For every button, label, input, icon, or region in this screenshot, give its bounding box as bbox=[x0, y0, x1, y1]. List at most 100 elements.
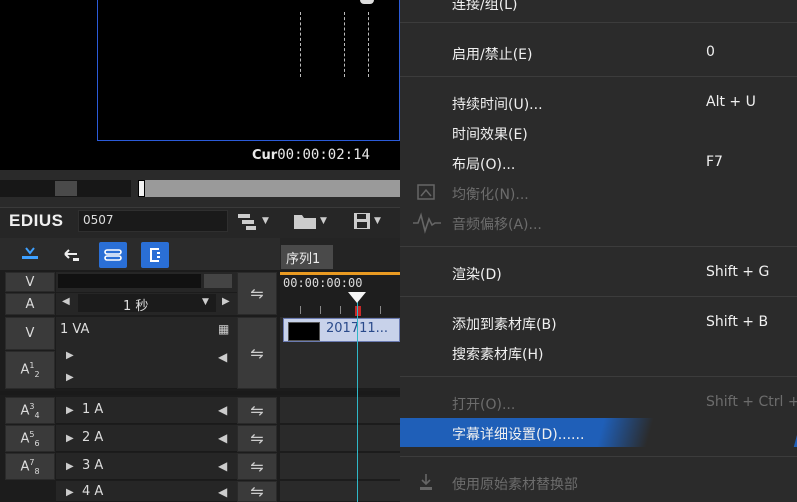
menu-item-time-effect[interactable]: 时间效果(E) bbox=[452, 124, 528, 144]
guide-marker bbox=[360, 0, 374, 4]
group-icon bbox=[150, 248, 160, 262]
position-slider[interactable] bbox=[138, 180, 400, 197]
speaker-icon[interactable]: ◀ bbox=[218, 485, 227, 499]
zoom-value: 1 秒 bbox=[123, 299, 149, 314]
expand-arrow-icon[interactable]: ▶ bbox=[66, 487, 74, 498]
menu-item-link-group[interactable]: 连接/组(L) bbox=[452, 0, 517, 14]
shortcut-add-to-bin: Shift + B bbox=[706, 314, 769, 330]
chevron-down-icon: ▼ bbox=[320, 216, 327, 226]
audio-offset-icon bbox=[412, 212, 442, 238]
expand-arrow-icon[interactable]: ▶ bbox=[66, 350, 74, 361]
clip-thumbnail bbox=[288, 322, 320, 341]
speaker-icon[interactable]: ◀ bbox=[218, 403, 227, 417]
link-button[interactable] bbox=[99, 242, 127, 268]
zoom-out-arrow-icon[interactable]: ◀ bbox=[62, 296, 70, 307]
zoom-in-arrow-icon[interactable]: ▶ bbox=[222, 296, 230, 307]
shortcut-open: Shift + Ctrl + ... bbox=[706, 394, 797, 410]
ruler-tick bbox=[340, 306, 341, 314]
sequence-settings-button[interactable]: ▼ bbox=[237, 209, 269, 233]
menu-item-subtitle-settings[interactable]: 字幕详细设置(D)...... bbox=[452, 424, 584, 444]
menu-item-audio-offset: 音频偏移(A)... bbox=[452, 217, 542, 233]
track-header-1a[interactable]: ▶ 1 A ◀ bbox=[56, 397, 237, 424]
track-patch-a56[interactable]: A56 bbox=[5, 425, 55, 452]
save-project-button[interactable]: ▼ bbox=[353, 209, 381, 233]
speaker-icon[interactable]: ◀ bbox=[218, 350, 227, 364]
sync-icon: ⇋ bbox=[250, 482, 264, 501]
menu-item-search-bin[interactable]: 搜索素材库(H) bbox=[452, 344, 543, 364]
track-sync-button[interactable]: ⇋ bbox=[237, 425, 277, 452]
menu-separator bbox=[400, 22, 797, 23]
track-sync-button[interactable]: ⇋ bbox=[237, 317, 277, 389]
menu-separator bbox=[400, 376, 797, 377]
track-patch-v[interactable]: V bbox=[5, 317, 55, 350]
expand-arrow-icon[interactable]: ▶ bbox=[66, 461, 74, 472]
sync-icon: ⇋ bbox=[250, 429, 264, 448]
app-logo: EDIUS bbox=[9, 211, 64, 230]
shortcut-duration: Alt + U bbox=[706, 94, 756, 110]
track-lane-1a[interactable] bbox=[280, 397, 400, 424]
track-name: 2 A bbox=[82, 430, 104, 445]
film-icon[interactable]: ▦ bbox=[218, 322, 229, 336]
track-header-3a[interactable]: ▶ 3 A ◀ bbox=[56, 453, 237, 480]
menu-item-layout[interactable]: 布局(O)... bbox=[452, 154, 515, 174]
current-timecode: Cur00:00:02:14 bbox=[252, 147, 370, 163]
tab-sequence-1[interactable]: 序列1 bbox=[281, 245, 333, 269]
ruler-tick bbox=[300, 306, 301, 314]
menu-separator bbox=[400, 296, 797, 297]
playhead-line[interactable] bbox=[357, 292, 358, 502]
track-lane-4a[interactable] bbox=[280, 481, 400, 502]
insert-mode-icon bbox=[22, 247, 38, 259]
menu-item-render[interactable]: 渲染(D) bbox=[452, 264, 502, 284]
level-meter bbox=[58, 274, 201, 288]
speaker-icon[interactable]: ◀ bbox=[218, 431, 227, 445]
track-name: 1 A bbox=[82, 402, 104, 417]
shortcut-enable-disable: 0 bbox=[706, 44, 715, 60]
track-sync-button[interactable]: ⇋ bbox=[237, 453, 277, 480]
track-header-1va[interactable]: 1 VA ▦ ◀ ▶ ▶ bbox=[56, 317, 237, 389]
chevron-down-icon: ▼ bbox=[374, 216, 381, 226]
track-sync-button[interactable]: ⇋ bbox=[237, 397, 277, 424]
track-patch-a78[interactable]: A78 bbox=[5, 453, 55, 480]
meter-button[interactable] bbox=[204, 274, 232, 288]
sync-icon: ⇋ bbox=[250, 343, 264, 363]
track-sync-button[interactable]: ⇋ bbox=[237, 481, 277, 502]
track-lane-2a[interactable] bbox=[280, 425, 400, 452]
ripple-mode-button[interactable] bbox=[57, 242, 85, 268]
menu-item-duration[interactable]: 持续时间(U)... bbox=[452, 94, 543, 114]
playhead-handle[interactable] bbox=[348, 292, 366, 303]
menu-item-enable-disable[interactable]: 启用/禁止(E) bbox=[452, 44, 533, 64]
sync-icon: ⇋ bbox=[250, 401, 264, 420]
safe-area-frame bbox=[97, 0, 400, 141]
insert-mode-button[interactable] bbox=[16, 242, 44, 268]
scrub-thumb[interactable] bbox=[55, 181, 77, 196]
expand-arrow-icon[interactable]: ▶ bbox=[66, 433, 74, 444]
cursor-marker bbox=[355, 306, 361, 316]
chevron-down-icon: ▼ bbox=[262, 216, 269, 226]
position-marker[interactable] bbox=[138, 180, 145, 197]
expand-arrow-icon[interactable]: ▶ bbox=[66, 372, 74, 383]
equalize-icon bbox=[415, 182, 439, 208]
open-project-button[interactable]: ▼ bbox=[293, 209, 327, 233]
track-name: 4 A bbox=[82, 484, 104, 499]
speaker-icon[interactable]: ◀ bbox=[218, 459, 227, 473]
track-patch-a12[interactable]: A12 bbox=[5, 351, 55, 389]
a-patch-label[interactable]: A bbox=[5, 293, 55, 315]
menu-separator bbox=[400, 456, 797, 457]
guide-line bbox=[368, 12, 369, 77]
track-patch-a34[interactable]: A34 bbox=[5, 397, 55, 424]
shortcut-render: Shift + G bbox=[706, 264, 770, 280]
save-icon bbox=[354, 213, 370, 229]
v-patch-label[interactable]: V bbox=[5, 272, 55, 292]
menu-item-open: 打开(O)... bbox=[452, 397, 516, 413]
menu-item-add-to-bin[interactable]: 添加到素材库(B) bbox=[452, 314, 557, 334]
guide-line bbox=[344, 12, 345, 77]
track-lane-3a[interactable] bbox=[280, 453, 400, 480]
group-button[interactable] bbox=[141, 242, 169, 268]
project-name-field[interactable]: 0507 bbox=[78, 210, 228, 232]
expand-arrow-icon[interactable]: ▶ bbox=[66, 405, 74, 416]
sync-lock-button[interactable]: ⇋ bbox=[237, 272, 277, 315]
track-header-2a[interactable]: ▶ 2 A ◀ bbox=[56, 425, 237, 452]
chevron-down-icon: ▼ bbox=[202, 297, 209, 307]
link-icon bbox=[104, 249, 122, 261]
track-header-4a[interactable]: ▶ 4 A ◀ bbox=[56, 481, 237, 502]
